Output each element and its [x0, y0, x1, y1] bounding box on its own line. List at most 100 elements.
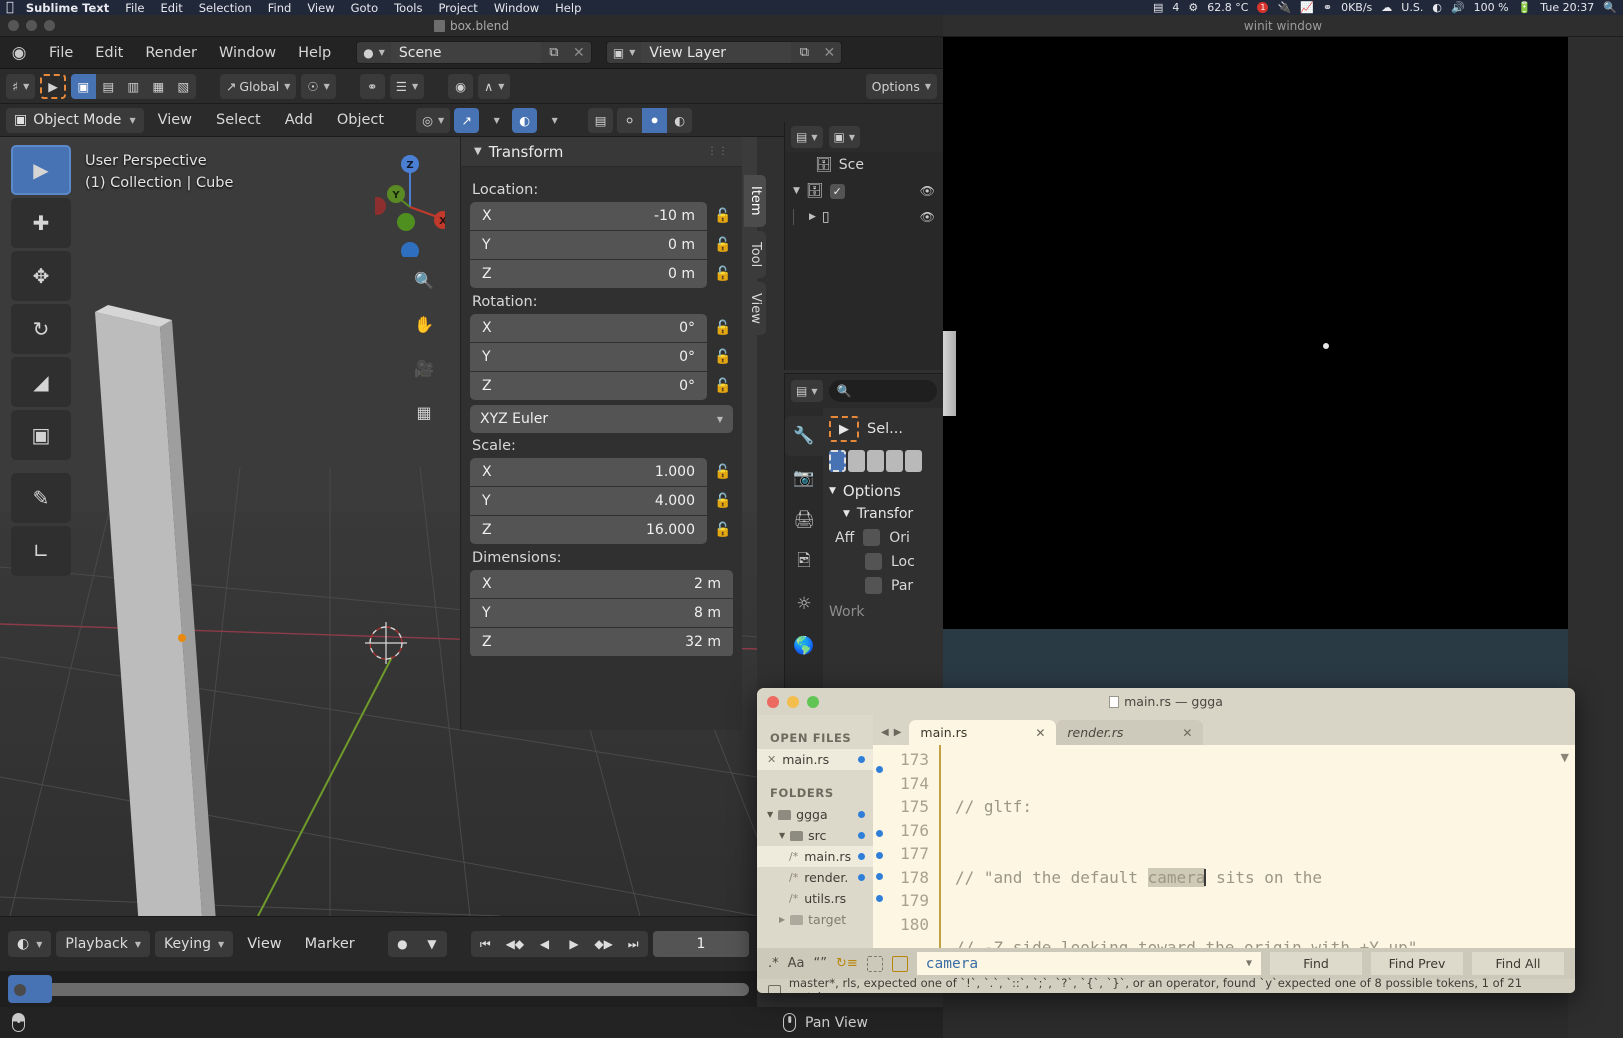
menu-edit[interactable]: Edit — [160, 1, 182, 15]
search-icon[interactable]: 🔍 — [1603, 1, 1617, 14]
properties-tab-viewlayer[interactable]: 🖻 — [785, 542, 823, 582]
menu-goto[interactable]: Goto — [351, 1, 379, 15]
rotation-z-lock-icon[interactable]: 🔓 — [713, 378, 733, 394]
properties-editor-type-icon[interactable]: ▤ ▼ — [791, 380, 823, 402]
blender-menu-help[interactable]: Help — [287, 42, 342, 64]
outliner-row-collection[interactable]: ▼ 🗄 ✓ 👁 — [785, 178, 943, 204]
previous-keyframe-icon[interactable]: ◀◆ — [500, 931, 530, 957]
tab-nav-arrows[interactable]: ◀ ▶ — [877, 727, 909, 745]
tree-file-utils[interactable]: /* utils.rs — [757, 888, 873, 909]
menu-window[interactable]: Window — [494, 1, 539, 15]
xray-toggle[interactable]: ▤ — [588, 107, 614, 133]
tab-close-icon[interactable]: ✕ — [1182, 726, 1192, 740]
expand-triangle-icon[interactable]: ▼ — [793, 186, 800, 196]
properties-tab-tool[interactable]: 🔧 — [785, 416, 823, 456]
blender-menu-edit[interactable]: Edit — [84, 42, 134, 64]
jump-to-start-icon[interactable]: ⏮ — [471, 931, 501, 957]
tool-transform[interactable]: ▣ — [11, 410, 71, 460]
tool-cursor[interactable]: ✚ — [11, 198, 71, 248]
wrap-toggle-icon[interactable]: ↻≡ — [836, 956, 858, 971]
select-extend-strip-icon[interactable] — [848, 450, 865, 472]
properties-tab-scene[interactable]: ☼ — [785, 584, 823, 624]
location-z-lock-icon[interactable]: 🔓 — [713, 266, 733, 282]
tree-file-main[interactable]: /* main.rs — [757, 846, 873, 867]
case-sensitive-toggle-icon[interactable]: Aa — [788, 956, 805, 971]
code-lines[interactable]: // gltf: // "and the default camera sits… — [941, 745, 1431, 948]
location-x-field[interactable]: X -10 m — [470, 202, 707, 230]
tab-close-icon[interactable]: ✕ — [1035, 726, 1045, 740]
scale-x-field[interactable]: X 1.000 — [470, 458, 707, 486]
visibility-selectability-dropdown[interactable]: ◎ ▼ — [416, 107, 451, 133]
camera-view-icon[interactable]: 🎥 — [409, 353, 439, 383]
current-frame-field[interactable]: 1 — [653, 931, 749, 957]
select-set-icon[interactable]: ▣ — [70, 73, 96, 99]
tool-select-box[interactable]: ▶ — [11, 145, 71, 195]
object-mode-selector[interactable]: ▣ Object Mode ▼ — [6, 107, 144, 133]
open-file-item[interactable]: ✕ main.rs — [757, 749, 873, 770]
tab-main-rs[interactable]: main.rs ✕ — [909, 720, 1057, 745]
tab-prev-icon[interactable]: ◀ — [881, 727, 889, 738]
expand-right-triangle-icon[interactable]: ▶ — [809, 212, 816, 222]
timeline-menu-marker[interactable]: Marker — [296, 936, 364, 952]
properties-tab-render[interactable]: 📷 — [785, 458, 823, 498]
affect-locations-checkbox[interactable] — [865, 553, 882, 570]
active-tool-row[interactable]: ▶ Sel... — [829, 416, 937, 442]
options-section-header[interactable]: ▼ Options — [829, 482, 937, 500]
outliner-row-object[interactable]: ▶ ▯ 👁 — [785, 204, 943, 230]
shading-mode-group[interactable]: ⚪ ⚫ ◐ — [617, 107, 693, 133]
apple-logo-icon[interactable]:  — [6, 1, 14, 14]
sidebar-tab-strip[interactable]: Item Tool View — [744, 175, 766, 335]
navigation-gizmo[interactable]: Z X Y — [375, 147, 445, 257]
auto-keying-group[interactable]: ● ▼ — [387, 931, 447, 957]
solid-shading-icon[interactable]: ⚫ — [642, 107, 668, 133]
find-input[interactable]: camera ▼ — [916, 952, 1261, 975]
material-preview-shading-icon[interactable]: ◐ — [667, 107, 693, 133]
tool-measure[interactable]: ∟ — [11, 526, 71, 576]
overlays-dropdown[interactable]: ▼ — [541, 108, 566, 133]
outliner-row-scene[interactable]: 🗄 Sce — [785, 152, 943, 178]
code-view[interactable]: 173 174 175 176 177 178 179 180 // gltf:… — [873, 745, 1575, 948]
tab-next-icon[interactable]: ▶ — [894, 727, 902, 738]
blender-menu-file[interactable]: File — [38, 42, 84, 64]
notification-badge[interactable]: 1 — [1257, 2, 1269, 13]
gizmo-dropdown[interactable]: ▼ — [483, 108, 508, 133]
battery-icon[interactable]: 🔋 — [1518, 1, 1532, 14]
wireframe-shading-icon[interactable]: ⚪ — [617, 107, 643, 133]
new-scene-button[interactable]: ⧉ — [540, 42, 567, 63]
winit-render-canvas[interactable] — [943, 37, 1568, 629]
playback-dropdown[interactable]: Playback ▼ — [56, 931, 150, 957]
cpu-monitor-icon[interactable]: ▤ — [1153, 1, 1163, 14]
show-overlays-toggle[interactable]: ◐ — [512, 107, 538, 133]
tool-scale[interactable]: ◢ — [11, 357, 71, 407]
menu-selection[interactable]: Selection — [199, 1, 252, 15]
menu-help[interactable]: Help — [555, 1, 581, 15]
select-mode-group[interactable]: ▣ ▤ ▥ ▦ ▧ — [70, 73, 196, 99]
menu-view[interactable]: View — [307, 1, 334, 15]
sidebar-tab-item[interactable]: Item — [744, 175, 766, 227]
scale-x-lock-icon[interactable]: 🔓 — [713, 464, 733, 480]
blender-menu-render[interactable]: Render — [134, 42, 208, 64]
dimensions-y-field[interactable]: Y 8 m — [470, 599, 733, 627]
location-z-field[interactable]: Z 0 m — [470, 260, 707, 288]
viewport-toolbar[interactable]: ▶ ✚ ✥ ↻ ◢ ▣ ✎ ∟ — [11, 145, 71, 576]
active-app-name[interactable]: Sublime Text — [26, 1, 109, 15]
scene-selector[interactable]: ● ▼ Scene ⧉ ✕ — [356, 41, 592, 64]
play-reverse-icon[interactable]: ◀ — [530, 931, 560, 957]
pan-hand-icon[interactable]: ✋ — [409, 309, 439, 339]
rotation-z-field[interactable]: Z 0° — [470, 372, 707, 400]
tab-render-rs[interactable]: render.rs ✕ — [1056, 720, 1204, 745]
folder-item-target[interactable]: ▶ target — [757, 909, 873, 930]
options-dropdown[interactable]: Options ▼ — [865, 73, 937, 99]
status-panel-icon[interactable] — [768, 984, 781, 993]
folder-expand-icon[interactable]: ▼ — [767, 810, 773, 819]
workspace-section-header[interactable]: Work — [829, 604, 937, 620]
scale-y-lock-icon[interactable]: 🔓 — [713, 493, 733, 509]
zoom-icon[interactable]: 🔍 — [409, 265, 439, 295]
select-subtract-icon[interactable]: ▥ — [120, 73, 146, 99]
transform-orientation-dropdown[interactable]: ↗ Global ▼ — [219, 73, 297, 99]
clock[interactable]: Tue 20:37 — [1540, 1, 1594, 14]
properties-tab-column[interactable]: 🔧 📷 🖨 🖻 ☼ 🌎 — [785, 408, 823, 714]
properties-search-input[interactable]: 🔍 — [828, 380, 937, 402]
select-intersect-strip-icon[interactable] — [905, 450, 922, 472]
folder-expand-icon[interactable]: ▼ — [779, 831, 785, 840]
